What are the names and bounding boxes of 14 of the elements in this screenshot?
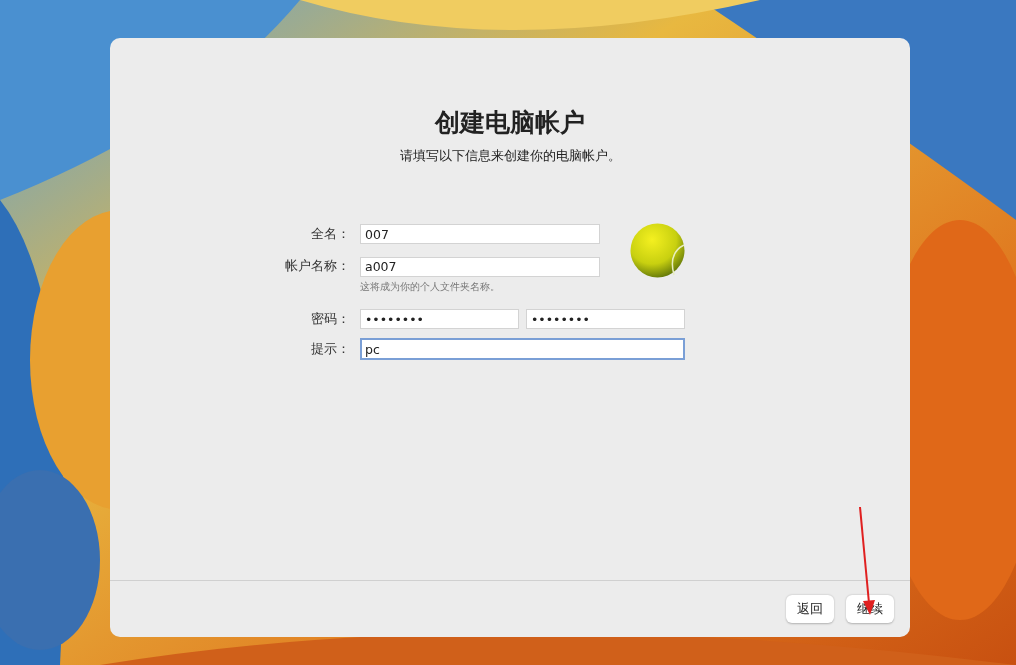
field-label: 帐户名称：	[284, 258, 350, 276]
input-field[interactable]: ••••••••	[526, 309, 685, 329]
tennis-ball-avatar[interactable]	[630, 223, 685, 278]
input-field[interactable]: ••••••••	[360, 309, 519, 329]
back-button[interactable]: 返回	[786, 595, 834, 623]
field-label: 密码：	[310, 310, 350, 328]
page-title: 创建电脑帐户	[435, 108, 585, 138]
field-note: 这将成为你的个人文件夹名称。	[360, 280, 501, 294]
input-field[interactable]: pc	[360, 338, 685, 360]
page-subtitle: 请填写以下信息来创建你的电脑帐户。	[399, 148, 621, 165]
input-field[interactable]: 007	[360, 224, 600, 245]
input-field[interactable]: a007	[360, 256, 600, 277]
field-label: 提示：	[310, 340, 350, 358]
field-label: 全名：	[310, 225, 350, 243]
